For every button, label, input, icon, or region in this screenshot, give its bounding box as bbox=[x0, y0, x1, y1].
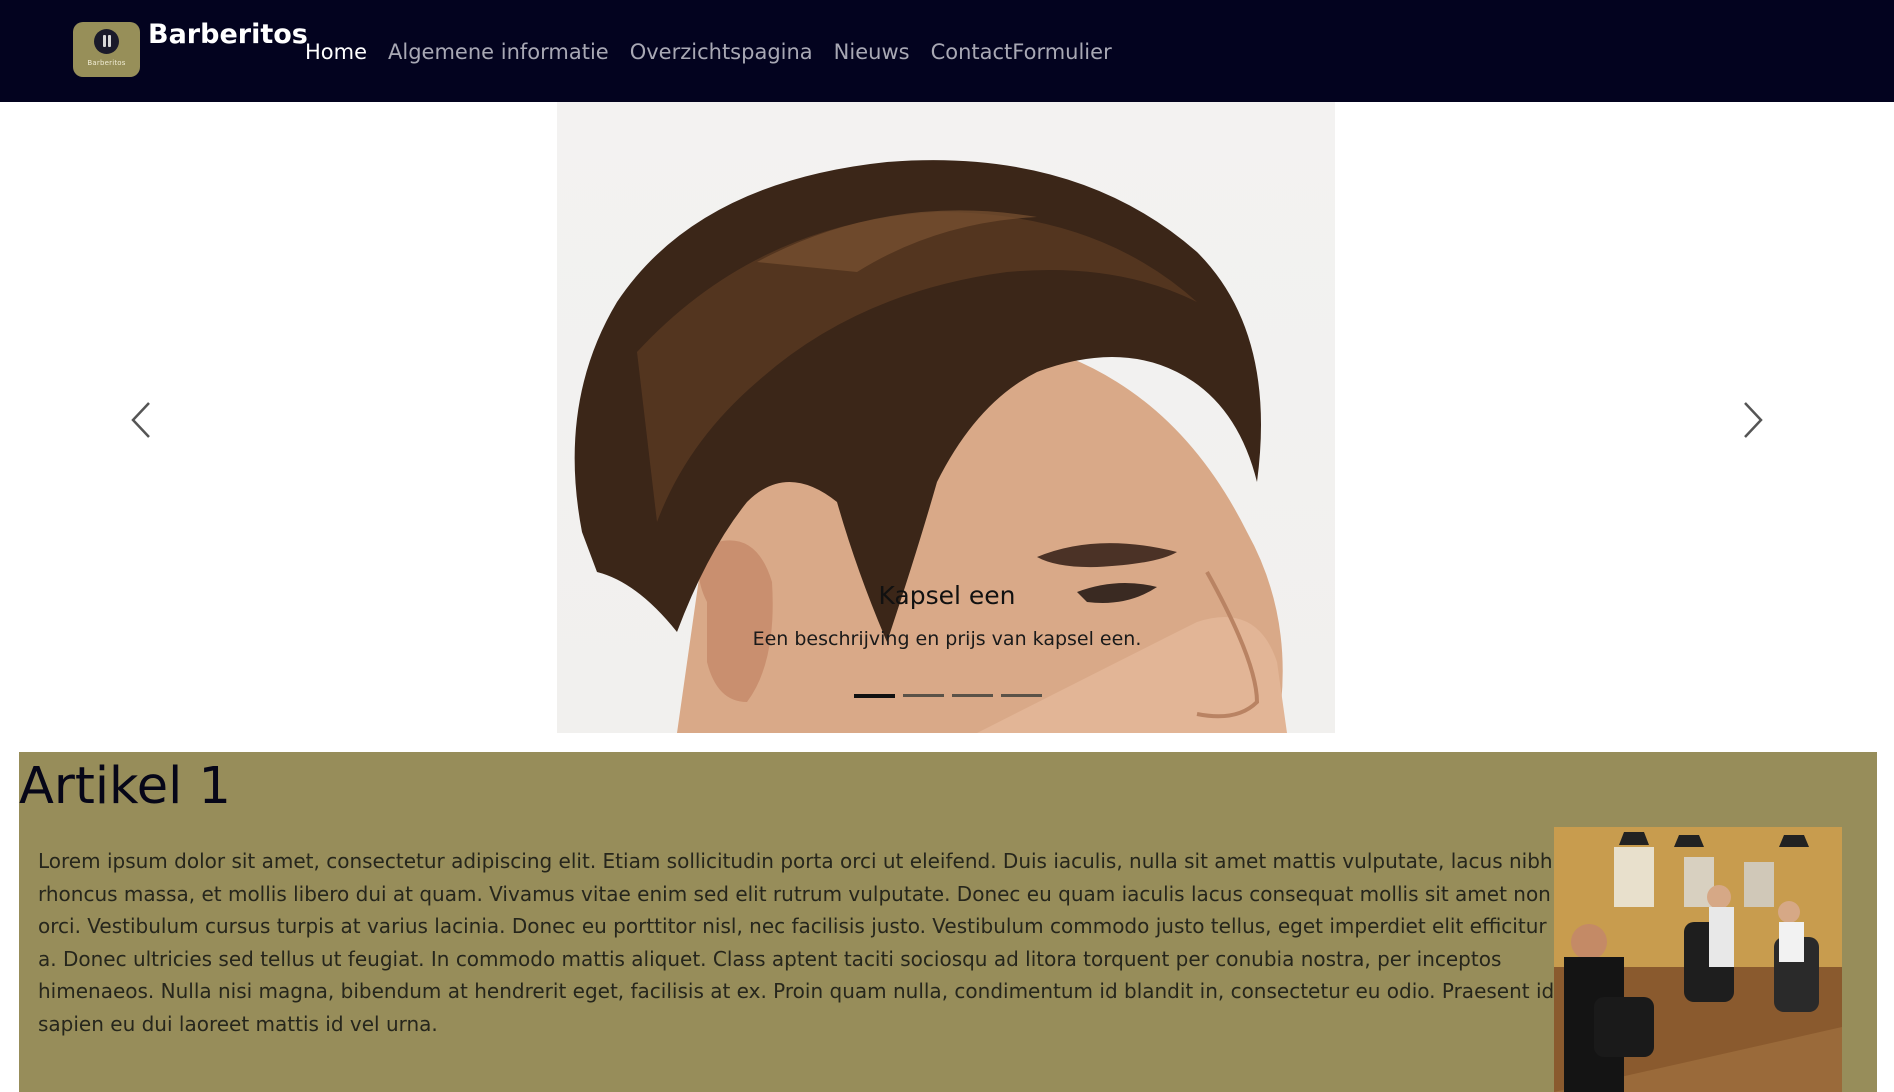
carousel-indicator-1[interactable] bbox=[854, 694, 895, 698]
nav-item-contactformulier[interactable]: ContactFormulier bbox=[931, 36, 1112, 68]
article-title: Artikel 1 bbox=[19, 757, 231, 816]
carousel-next-button[interactable] bbox=[1731, 400, 1771, 440]
carousel-indicators bbox=[854, 694, 1042, 698]
chevron-left-icon bbox=[131, 402, 150, 438]
nav-item-home[interactable]: Home bbox=[305, 36, 367, 68]
carousel-prev-button[interactable] bbox=[123, 400, 163, 440]
brand-logo[interactable]: Barberitos bbox=[73, 22, 140, 77]
barbershop-photo bbox=[1554, 827, 1842, 1092]
barber-logo-icon bbox=[94, 29, 119, 54]
chevron-right-icon bbox=[1744, 402, 1763, 438]
brand-name[interactable]: Barberitos bbox=[148, 18, 308, 52]
carousel-indicator-2[interactable] bbox=[903, 694, 944, 697]
carousel-indicator-4[interactable] bbox=[1001, 694, 1042, 697]
nav-item-nieuws[interactable]: Nieuws bbox=[834, 36, 910, 68]
hero-carousel: Kapsel een Een beschrijving en prijs van… bbox=[0, 102, 1894, 733]
nav-menu: Home Algemene informatie Overzichtspagin… bbox=[305, 36, 1133, 68]
nav-item-algemene-informatie[interactable]: Algemene informatie bbox=[388, 36, 609, 68]
carousel-caption-title: Kapsel een bbox=[878, 581, 1016, 610]
nav-item-overzichtspagina[interactable]: Overzichtspagina bbox=[630, 36, 813, 68]
top-navbar: Barberitos Barberitos Home Algemene info… bbox=[0, 0, 1894, 102]
article-body: Lorem ipsum dolor sit amet, consectetur … bbox=[38, 849, 1555, 1036]
carousel-caption-text: Een beschrijving en prijs van kapsel een… bbox=[752, 628, 1142, 650]
article-card: Artikel 1 Lorem ipsum dolor sit amet, co… bbox=[19, 752, 1877, 1092]
logo-text: Barberitos bbox=[87, 59, 126, 67]
carousel-indicator-3[interactable] bbox=[952, 694, 993, 697]
